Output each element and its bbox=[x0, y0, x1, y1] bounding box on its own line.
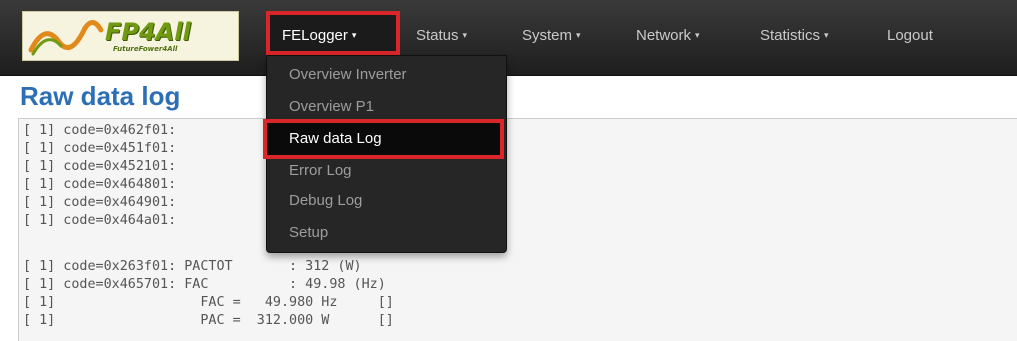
log-line: [ 1] code=0x465701: FAC : 49.98 (Hz) bbox=[23, 277, 386, 292]
nav-status[interactable]: Status ▾ bbox=[416, 26, 467, 46]
page-title: Raw data log bbox=[20, 81, 181, 111]
log-line: [ 1] code=0x263f01: PACTOT : 312 (W) bbox=[23, 259, 362, 274]
nav-system[interactable]: System ▾ bbox=[522, 26, 581, 46]
menu-item-overview-p1[interactable]: Overview P1 bbox=[289, 96, 374, 118]
brand-logo[interactable]: FP4All FutureFower4All bbox=[22, 11, 239, 61]
log-line: [ 1] code=0x464901: V) bbox=[23, 195, 306, 210]
nav-logout-label: Logout bbox=[887, 27, 933, 44]
menu-item-overview-inverter[interactable]: Overview Inverter bbox=[289, 64, 407, 86]
nav-felogger[interactable]: FELogger ▾ bbox=[266, 11, 400, 55]
log-line: [ 1] FAC = 49.980 Hz [] bbox=[23, 295, 394, 310]
menu-item-error-log[interactable]: Error Log bbox=[289, 160, 352, 182]
nav-felogger-label: FELogger bbox=[282, 27, 348, 44]
menu-item-raw-data-log-label: Raw data Log bbox=[289, 130, 382, 147]
menu-item-raw-data-log[interactable]: Raw data Log bbox=[263, 119, 504, 159]
menu-item-setup[interactable]: Setup bbox=[289, 222, 328, 244]
chevron-down-icon: ▾ bbox=[824, 30, 829, 40]
felogger-dropdown-menu: Overview Inverter Overview P1 Raw data L… bbox=[263, 55, 507, 253]
nav-statistics-label: Statistics bbox=[760, 27, 821, 44]
chevron-down-icon: ▾ bbox=[351, 30, 357, 40]
nav-status-label: Status bbox=[416, 27, 459, 44]
nav-statistics[interactable]: Statistics ▾ bbox=[760, 26, 829, 46]
logo-wordmark: FP4All bbox=[105, 18, 191, 46]
log-line: [ 1] PAC = 312.000 W [] bbox=[23, 313, 394, 328]
chevron-down-icon: ▾ bbox=[462, 30, 468, 40]
nav-system-label: System bbox=[522, 27, 573, 44]
top-navbar: FP4All FutureFower4All FELogger ▾ Status ▾… bbox=[0, 0, 1017, 76]
log-line: [ 1] code=0x464a01: V) bbox=[23, 213, 306, 228]
nav-network[interactable]: Network ▾ bbox=[636, 26, 700, 46]
menu-item-debug-log[interactable]: Debug Log bbox=[289, 190, 362, 212]
logo-subtext: FutureFower4All bbox=[113, 45, 178, 53]
chevron-down-icon: ▾ bbox=[695, 30, 700, 40]
nav-logout[interactable]: Logout bbox=[887, 26, 933, 46]
raw-data-log: [ 1] code=0x462f01: 5 (h) [ 1] code=0x45… bbox=[18, 118, 1017, 341]
nav-network-label: Network bbox=[636, 27, 692, 44]
chevron-down-icon: ▾ bbox=[576, 30, 581, 40]
